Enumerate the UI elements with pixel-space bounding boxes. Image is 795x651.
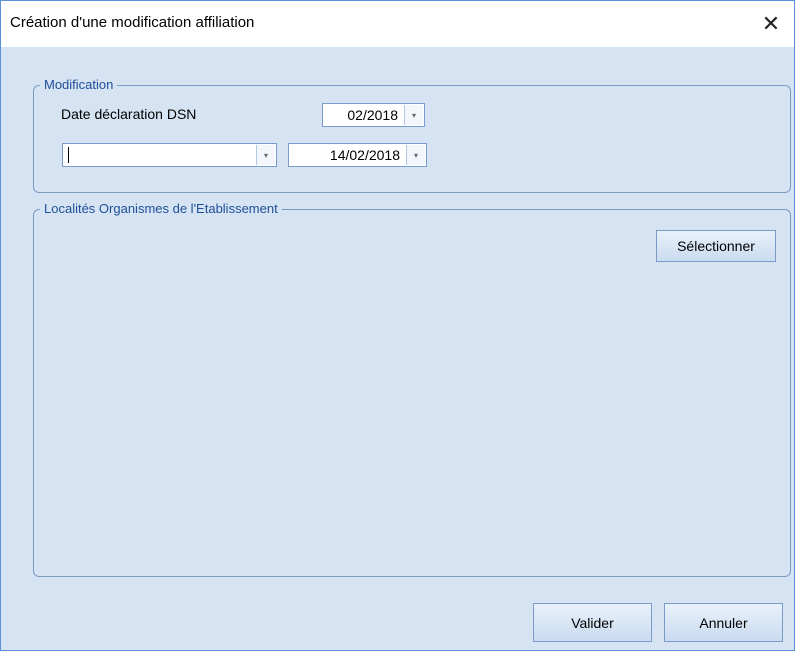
- title-bar: Création d'une modification affiliation …: [1, 1, 794, 47]
- type-value: [63, 144, 256, 166]
- type-combobox[interactable]: ▾: [62, 143, 277, 167]
- chevron-down-icon[interactable]: ▾: [406, 145, 425, 165]
- period-combobox[interactable]: 02/2018 ▾: [322, 103, 425, 127]
- period-value: 02/2018: [347, 107, 398, 123]
- dialog-window: Création d'une modification affiliation …: [0, 0, 795, 651]
- close-icon[interactable]: ✕: [748, 1, 794, 47]
- dialog-title: Création d'une modification affiliation: [10, 14, 255, 31]
- localites-legend: Localités Organismes de l'Etablissement: [40, 201, 282, 216]
- date-value: 14/02/2018: [329, 147, 400, 163]
- validate-button[interactable]: Valider: [533, 603, 652, 642]
- select-button[interactable]: Sélectionner: [656, 230, 776, 262]
- localites-group: Localités Organismes de l'Etablissement …: [33, 201, 791, 577]
- date-combobox[interactable]: 14/02/2018 ▾: [288, 143, 427, 167]
- modification-legend: Modification: [40, 77, 118, 92]
- cancel-button[interactable]: Annuler: [664, 603, 783, 642]
- chevron-down-icon[interactable]: ▾: [256, 145, 275, 165]
- modification-group: Modification Date déclaration DSN 02/201…: [33, 77, 791, 193]
- dialog-body: Modification Date déclaration DSN 02/201…: [1, 47, 794, 650]
- date-declaration-label: Date déclaration DSN: [61, 106, 197, 122]
- chevron-down-icon[interactable]: ▾: [404, 105, 423, 125]
